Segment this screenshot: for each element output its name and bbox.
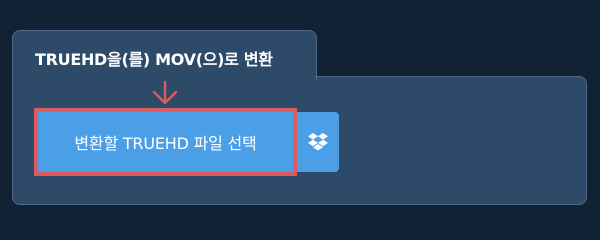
dropbox-button[interactable] [297,112,339,172]
converter-tab: TRUEHD을(를) MOV(으)로 변환 [12,30,317,80]
choose-file-button[interactable]: 변환할 TRUEHD 파일 선택 [34,108,297,176]
choose-file-label: 변환할 TRUEHD 파일 선택 [74,134,257,153]
arrow-down-icon [152,80,178,105]
dropbox-icon [308,133,328,151]
tab-panel-joint [13,74,316,78]
converter-title: TRUEHD을(를) MOV(으)로 변환 [35,50,273,69]
